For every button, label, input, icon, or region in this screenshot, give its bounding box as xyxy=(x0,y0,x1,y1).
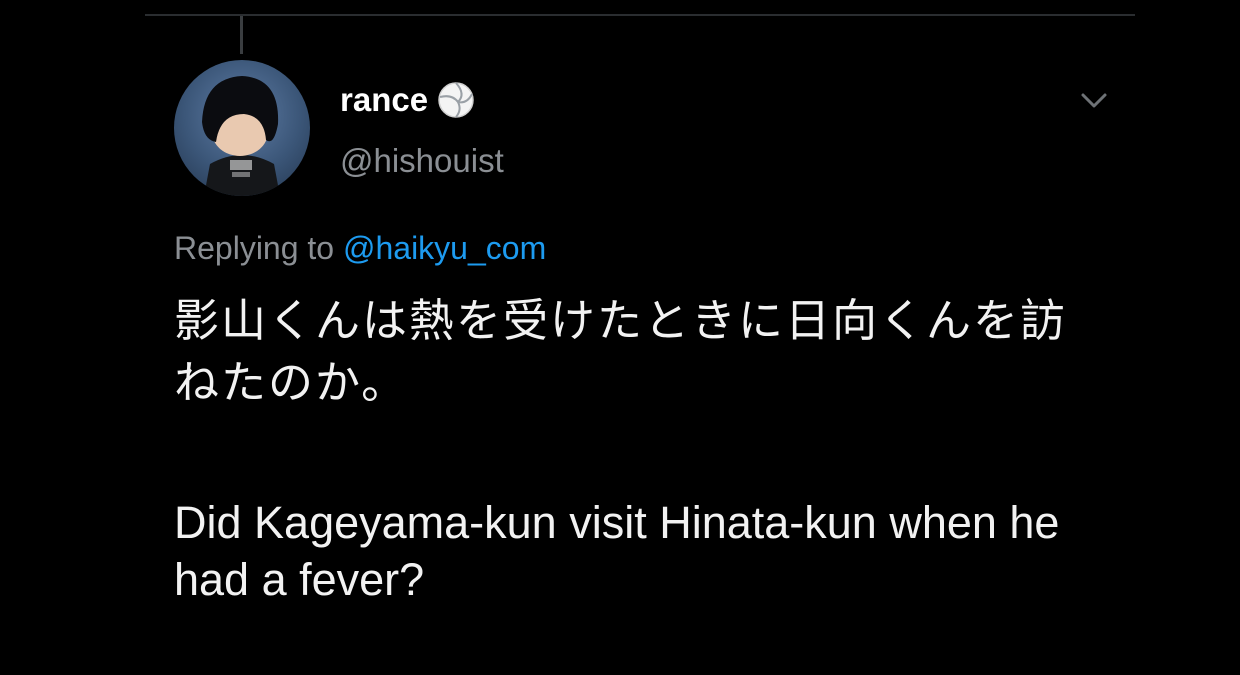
chevron-down-icon[interactable] xyxy=(1076,86,1112,114)
thread-connector-line xyxy=(240,16,243,54)
avatar[interactable] xyxy=(174,60,310,196)
tweet-text-english: Did Kageyama-kun visit Hinata-kun when h… xyxy=(174,497,1060,605)
replying-to-line: Replying to @haikyu_com xyxy=(174,230,546,267)
tweet-text: 影山くんは熱を受けたときに日向くんを訪ねたのか。 Did Kageyama-ku… xyxy=(174,290,1094,608)
top-divider xyxy=(145,14,1135,16)
author-handle[interactable]: @hishouist xyxy=(340,142,504,180)
volleyball-icon xyxy=(436,80,476,120)
reply-to-mention-link[interactable]: @haikyu_com xyxy=(343,230,546,266)
character-avatar-icon xyxy=(202,76,280,196)
replying-to-label: Replying to xyxy=(174,230,335,266)
tweet-text-japanese: 影山くんは熱を受けたときに日向くんを訪ねたのか。 xyxy=(174,294,1068,409)
author-display-name[interactable]: rance xyxy=(340,80,476,120)
author-name-text: rance xyxy=(340,81,429,118)
